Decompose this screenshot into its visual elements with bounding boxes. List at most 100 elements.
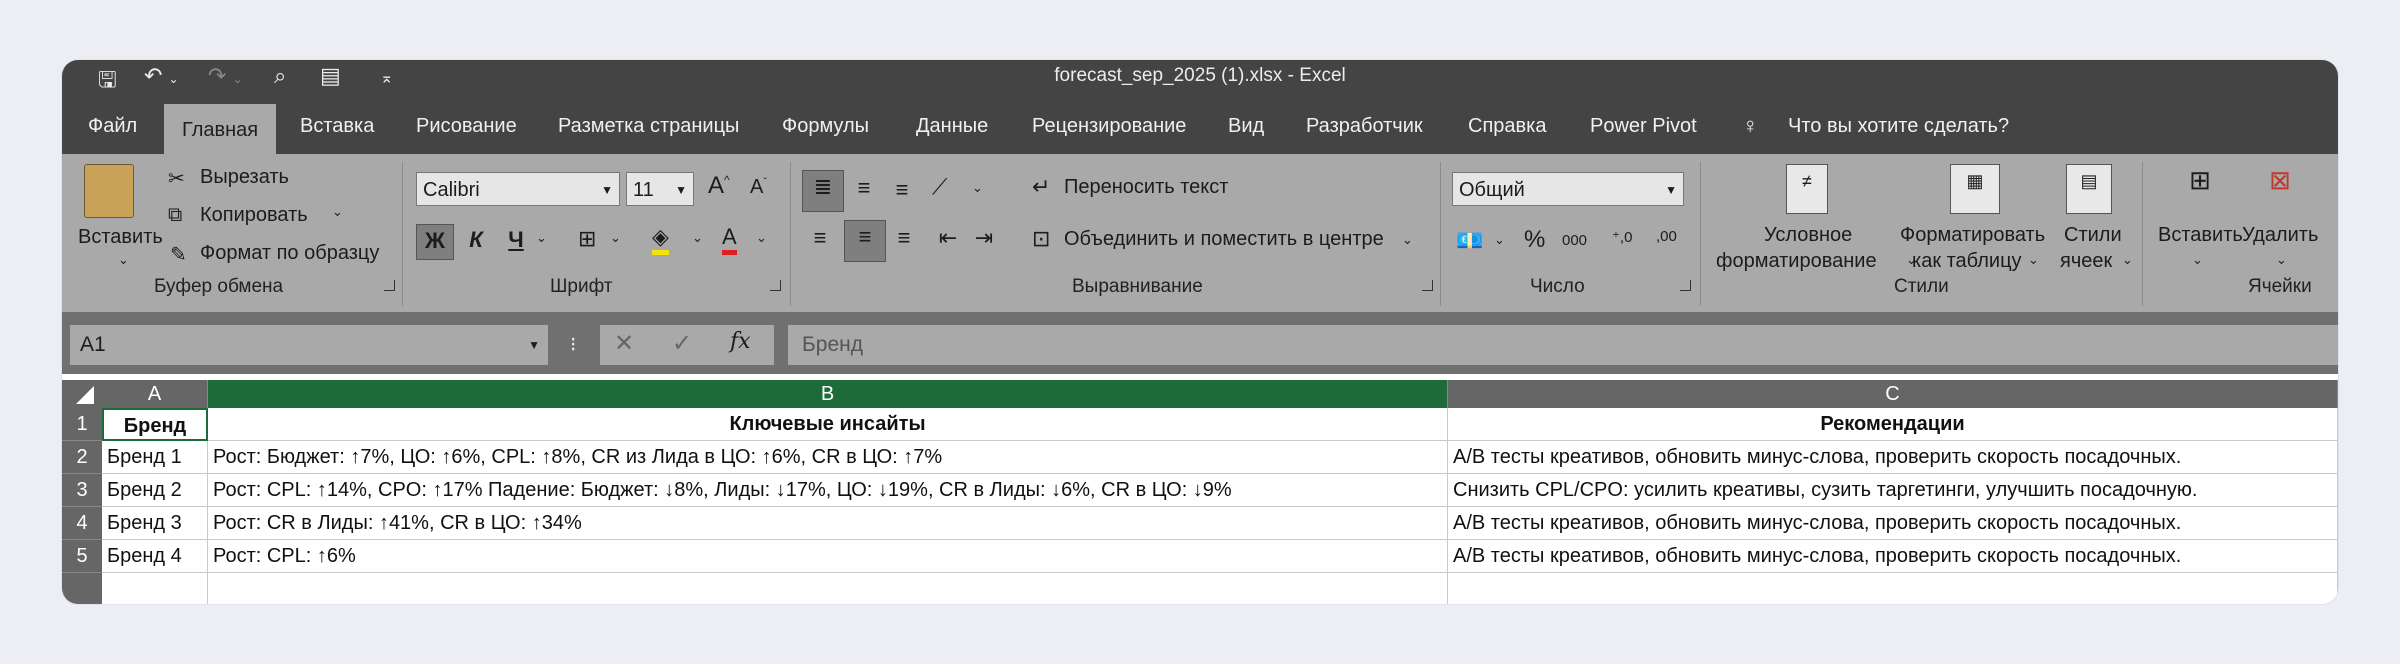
increase-indent-icon[interactable]: ⇥ (966, 222, 1002, 258)
align-left-icon[interactable]: ≡ (802, 222, 838, 258)
tab-formulas[interactable]: Формулы (782, 98, 869, 154)
decrease-indent-icon[interactable]: ⇤ (930, 222, 966, 258)
bold-button[interactable]: Ж (416, 224, 454, 260)
tab-developer[interactable]: Разработчик (1306, 98, 1423, 154)
clipboard-launcher-icon[interactable] (384, 280, 395, 291)
cell-a6[interactable] (102, 573, 208, 604)
underline-dropdown-icon[interactable]: ⌄ (536, 230, 547, 246)
orientation-dropdown-icon[interactable]: ⌄ (972, 180, 983, 196)
row-header[interactable]: 2 (62, 441, 102, 474)
orientation-icon[interactable]: ⟋ (932, 174, 947, 200)
cell-a1[interactable]: Бренд (102, 408, 208, 441)
format-as-table-label-1[interactable]: Форматировать (1900, 224, 2045, 247)
select-all-button[interactable] (62, 380, 102, 408)
cell-styles-label-1[interactable]: Стили (2064, 224, 2122, 247)
align-middle-icon[interactable]: ≡ (846, 172, 882, 208)
fill-color-dropdown-icon[interactable]: ⌄ (692, 230, 703, 246)
cell-b3[interactable]: Рост: CPL: ↑14%, CPO: ↑17% Падение: Бюдж… (208, 474, 1448, 507)
font-color-dropdown-icon[interactable]: ⌄ (756, 230, 767, 246)
cell-a4[interactable]: Бренд 3 (102, 507, 208, 540)
row-header[interactable]: 5 (62, 540, 102, 573)
underline-button[interactable]: Ч (500, 224, 532, 258)
tab-file[interactable]: Файл (88, 98, 137, 154)
align-bottom-icon[interactable]: ≡ (884, 174, 920, 210)
cancel-icon[interactable]: ✕ (614, 329, 634, 358)
cell-c6[interactable] (1448, 573, 2338, 604)
delete-cells-icon[interactable]: ⊠ (2258, 164, 2302, 212)
cell-c2[interactable]: A/B тесты креативов, обновить минус-слов… (1448, 441, 2338, 474)
cut-button[interactable]: Вырезать (200, 166, 289, 189)
format-as-table-dropdown-icon[interactable]: ⌄ (2028, 252, 2039, 268)
formula-bar-options-icon[interactable]: ⁝ (570, 332, 576, 357)
paste-icon[interactable] (84, 164, 134, 218)
row-header[interactable] (62, 573, 102, 604)
font-launcher-icon[interactable] (770, 280, 781, 291)
insert-function-icon[interactable]: fx (730, 329, 751, 354)
delete-cells-button[interactable]: Удалить (2242, 224, 2318, 247)
delete-cells-dropdown-icon[interactable]: ⌄ (2276, 252, 2287, 268)
tab-help[interactable]: Справка (1468, 98, 1546, 154)
tab-data[interactable]: Данные (916, 98, 988, 154)
merge-dropdown-icon[interactable]: ⌄ (1402, 232, 1413, 248)
alignment-launcher-icon[interactable] (1422, 280, 1433, 291)
cell-b2[interactable]: Рост: Бюджет: ↑7%, ЦО: ↑6%, CPL: ↑8%, CR… (208, 441, 1448, 474)
align-right-icon[interactable]: ≡ (886, 222, 922, 258)
format-as-table-icon[interactable]: ▦ (1950, 164, 2000, 214)
increase-decimal-icon[interactable]: ⁺,0 (1612, 228, 1632, 246)
column-header-a[interactable]: A (102, 380, 208, 408)
borders-icon[interactable]: ⊞ (578, 226, 596, 252)
currency-icon[interactable]: 💶 (1456, 228, 1483, 254)
row-header[interactable]: 1 (62, 408, 102, 441)
italic-button[interactable]: К (460, 224, 492, 258)
thousands-icon[interactable]: 000 (1562, 232, 1587, 249)
conditional-formatting-label-2[interactable]: форматирование (1716, 250, 1877, 273)
conditional-formatting-label-1[interactable]: Условное (1764, 224, 1852, 247)
cell-b6[interactable] (208, 573, 1448, 604)
tab-home[interactable]: Главная (164, 104, 277, 154)
row-header[interactable]: 4 (62, 507, 102, 540)
font-size-select[interactable]: 11 ▼ (626, 172, 694, 206)
name-box-dropdown-icon[interactable]: ▼ (528, 325, 540, 365)
tab-insert[interactable]: Вставка (300, 98, 374, 154)
paste-button[interactable]: Вставить (78, 226, 163, 249)
cell-a3[interactable]: Бренд 2 (102, 474, 208, 507)
cell-c4[interactable]: A/B тесты креативов, обновить минус-слов… (1448, 507, 2338, 540)
format-painter-button[interactable]: Формат по образцу (200, 242, 379, 265)
insert-cells-dropdown-icon[interactable]: ⌄ (2192, 252, 2203, 268)
cell-a2[interactable]: Бренд 1 (102, 441, 208, 474)
currency-dropdown-icon[interactable]: ⌄ (1494, 232, 1505, 248)
decrease-decimal-icon[interactable]: ,00 (1656, 228, 1677, 245)
align-center-icon[interactable]: ≡ (844, 220, 886, 262)
formula-input[interactable]: Бренд (788, 325, 2338, 365)
cell-c1[interactable]: Рекомендации (1448, 408, 2338, 441)
column-header-b[interactable]: B (208, 380, 1448, 408)
row-header[interactable]: 3 (62, 474, 102, 507)
cell-styles-dropdown-icon[interactable]: ⌄ (2122, 252, 2133, 268)
tab-power-pivot[interactable]: Power Pivot (1590, 98, 1697, 154)
grow-font-icon[interactable]: A^ (708, 172, 730, 200)
font-color-icon[interactable]: A (722, 224, 737, 255)
wrap-text-button[interactable]: Переносить текст (1064, 176, 1228, 199)
enter-icon[interactable]: ✓ (672, 329, 692, 358)
tab-draw[interactable]: Рисование (416, 98, 517, 154)
paste-dropdown-icon[interactable]: ⌄ (118, 252, 129, 268)
tab-review[interactable]: Рецензирование (1032, 98, 1186, 154)
cell-c3[interactable]: Снизить CPL/CPO: усилить креативы, сузит… (1448, 474, 2338, 507)
merge-center-button[interactable]: Объединить и поместить в центре (1064, 228, 1384, 251)
insert-cells-button[interactable]: Вставить (2158, 224, 2243, 247)
tab-page-layout[interactable]: Разметка страницы (558, 98, 739, 154)
format-as-table-label-2[interactable]: как таблицу (1912, 250, 2022, 273)
percent-icon[interactable]: % (1524, 226, 1545, 254)
shrink-font-icon[interactable]: Aˇ (750, 176, 767, 199)
cell-b1[interactable]: Ключевые инсайты (208, 408, 1448, 441)
number-format-select[interactable]: Общий ▼ (1452, 172, 1684, 206)
name-box[interactable]: A1 ▼ (70, 325, 548, 365)
copy-dropdown-icon[interactable]: ⌄ (332, 204, 343, 220)
font-name-select[interactable]: Calibri ▼ (416, 172, 620, 206)
fill-color-icon[interactable]: ◈ (652, 224, 669, 255)
column-header-c[interactable]: C (1448, 380, 2338, 408)
cell-styles-icon[interactable]: ▤ (2066, 164, 2112, 214)
tell-me-search[interactable]: Что вы хотите сделать? (1788, 98, 2009, 154)
insert-cells-icon[interactable]: ⊞ (2178, 164, 2222, 212)
cell-a5[interactable]: Бренд 4 (102, 540, 208, 573)
